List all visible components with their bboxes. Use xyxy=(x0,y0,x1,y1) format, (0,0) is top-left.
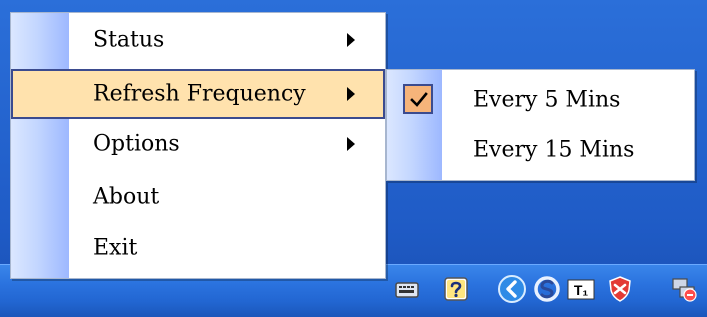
submenu-arrow-icon xyxy=(347,137,355,151)
submenu-item-label: Every 15 Mins xyxy=(473,137,635,163)
context-menu: Status Refresh Frequency Options About E… xyxy=(10,12,386,279)
menu-item-label: Exit xyxy=(93,235,138,261)
keyboard-icon[interactable] xyxy=(392,274,422,304)
checkmark-icon xyxy=(403,84,433,114)
refresh-frequency-submenu: Every 5 Mins Every 15 Mins xyxy=(386,69,695,181)
t1-icon[interactable]: T₁ xyxy=(566,274,596,304)
network-icon[interactable] xyxy=(669,274,699,304)
menu-item-refresh-frequency[interactable]: Refresh Frequency xyxy=(11,69,385,119)
submenu-item-label: Every 5 Mins xyxy=(473,87,621,113)
help-icon[interactable] xyxy=(441,274,471,304)
submenu-arrow-icon xyxy=(347,33,355,47)
menu-item-label: Options xyxy=(93,131,180,157)
menu-item-label: About xyxy=(93,184,160,210)
sync-icon[interactable] xyxy=(532,274,562,304)
menu-item-about[interactable]: About xyxy=(11,172,385,222)
t1-icon-text: T₁ xyxy=(574,282,589,298)
menu-item-label: Status xyxy=(93,27,165,53)
submenu-arrow-icon xyxy=(347,87,355,101)
menu-item-options[interactable]: Options xyxy=(11,119,385,169)
submenu-item-every-5-mins[interactable]: Every 5 Mins xyxy=(387,74,694,126)
back-arrow-icon[interactable] xyxy=(497,274,527,304)
menu-item-exit[interactable]: Exit xyxy=(11,223,385,273)
menu-item-status[interactable]: Status xyxy=(11,15,385,65)
submenu-item-every-15-mins[interactable]: Every 15 Mins xyxy=(387,124,694,176)
security-shield-icon[interactable] xyxy=(605,274,635,304)
menu-item-label: Refresh Frequency xyxy=(93,81,306,107)
